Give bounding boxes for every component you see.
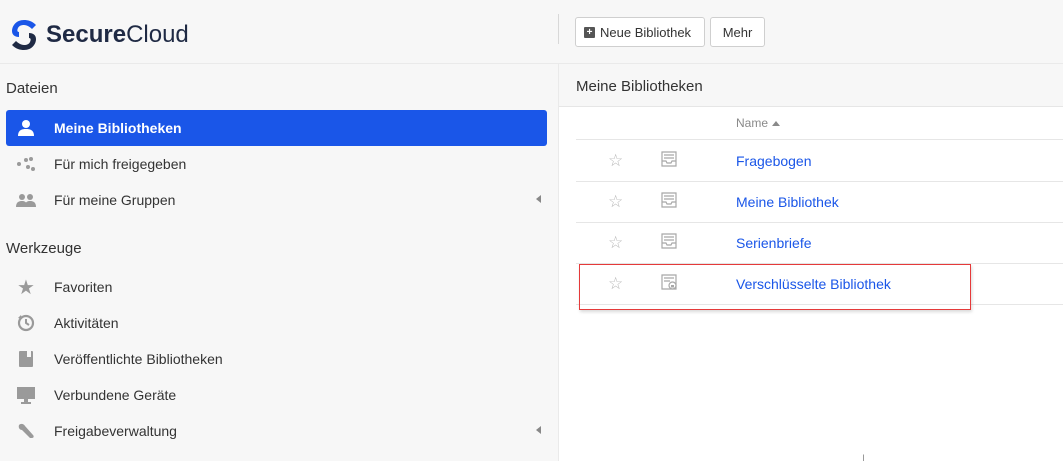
star-icon: ★ xyxy=(17,276,35,299)
table-header: Name xyxy=(576,108,1063,140)
library-icon xyxy=(660,150,678,173)
logo-text-regular: Cloud xyxy=(126,21,189,48)
star-outline-icon[interactable]: ☆ xyxy=(608,234,623,251)
new-library-button[interactable]: + Neue Bibliothek xyxy=(575,17,705,47)
chevron-left-icon[interactable] xyxy=(536,195,541,203)
sidebar-item-label: Für meine Gruppen xyxy=(54,192,176,208)
star-outline-icon[interactable]: ☆ xyxy=(608,193,623,210)
sidebar-item-label: Verbundene Geräte xyxy=(54,387,177,403)
new-library-label: Neue Bibliothek xyxy=(600,24,692,40)
securecloud-logo-icon xyxy=(12,20,36,50)
column-header-label: Name xyxy=(736,116,769,130)
monitor-icon xyxy=(14,386,38,404)
sidebar-item-shared-with-me[interactable]: Für mich freigegeben xyxy=(6,146,547,182)
library-icon xyxy=(660,232,678,255)
plus-icon: + xyxy=(584,26,595,38)
main-title-bar: Meine Bibliotheken xyxy=(559,64,1063,107)
logo-text-bold: Secure xyxy=(46,21,127,48)
chevron-left-icon[interactable] xyxy=(536,426,541,434)
sidebar-item-label: Freigabeverwaltung xyxy=(54,423,177,439)
history-icon xyxy=(14,314,38,332)
column-header-name[interactable]: Name xyxy=(736,116,781,130)
wrench-icon xyxy=(14,422,38,440)
top-header: SecureCloud + Neue Bibliothek Mehr xyxy=(0,0,1063,64)
table-row[interactable]: ☆ Fragebogen xyxy=(576,141,1063,182)
more-label: Mehr xyxy=(722,24,753,40)
page-title: Meine Bibliotheken xyxy=(576,78,703,95)
highlight-annotation xyxy=(579,264,971,310)
library-name-link[interactable]: Serienbriefe xyxy=(736,235,812,251)
sidebar-item-my-libraries[interactable]: Meine Bibliotheken xyxy=(6,110,547,146)
app-logo[interactable]: SecureCloud xyxy=(10,18,189,52)
files-section-title: Dateien xyxy=(6,80,58,97)
sidebar-item-my-groups[interactable]: Für meine Gruppen xyxy=(6,182,547,218)
mouse-cursor-icon xyxy=(863,454,869,461)
sidebar-item-label: Aktivitäten xyxy=(54,315,119,331)
table-row[interactable]: ☆ Serienbriefe xyxy=(576,223,1063,264)
sidebar-item-connected-devices[interactable]: Verbundene Geräte xyxy=(6,377,547,413)
library-name-link[interactable]: Meine Bibliothek xyxy=(736,194,839,210)
table-row[interactable]: ☆ Meine Bibliothek xyxy=(576,182,1063,223)
book-icon xyxy=(14,350,38,368)
sidebar-item-activities[interactable]: Aktivitäten xyxy=(6,305,547,341)
sidebar-item-label: Für mich freigegeben xyxy=(54,156,187,172)
tools-section-title: Werkzeuge xyxy=(6,240,82,257)
library-name-link[interactable]: Fragebogen xyxy=(736,153,812,169)
sidebar-divider xyxy=(558,64,559,461)
library-icon xyxy=(660,191,678,214)
group-icon xyxy=(14,193,38,207)
sidebar-item-label: Meine Bibliotheken xyxy=(54,120,182,136)
sidebar-item-published-libraries[interactable]: Veröffentlichte Bibliotheken xyxy=(6,341,547,377)
sidebar-item-favorites[interactable]: ★ Favoriten xyxy=(6,269,547,305)
sidebar-item-label: Favoriten xyxy=(54,279,113,295)
sidebar-item-share-admin[interactable]: Freigabeverwaltung xyxy=(6,413,547,449)
sort-ascending-icon xyxy=(772,120,781,126)
user-icon xyxy=(14,119,38,137)
star-outline-icon[interactable]: ☆ xyxy=(608,152,623,169)
share-icon xyxy=(14,157,38,171)
sidebar-item-label: Veröffentlichte Bibliotheken xyxy=(54,351,223,367)
header-divider xyxy=(558,14,559,44)
more-button[interactable]: Mehr xyxy=(710,17,765,47)
